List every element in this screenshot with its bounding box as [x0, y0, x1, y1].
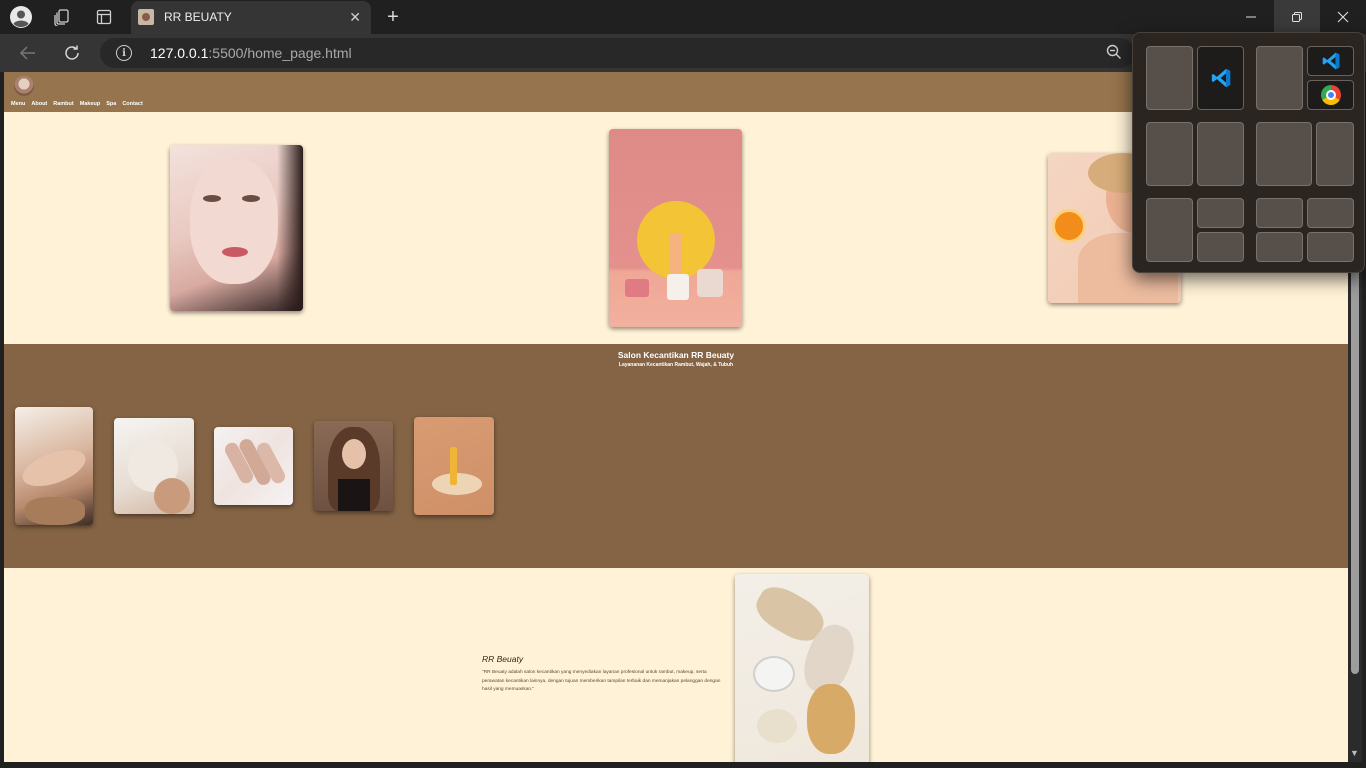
- services-section: Salon Kecantikan RR Beuaty Layananan Kec…: [4, 344, 1348, 568]
- salon-logo[interactable]: [14, 76, 34, 96]
- vscode-icon: [1322, 52, 1339, 70]
- snap-zone-wide-left[interactable]: [1256, 122, 1312, 186]
- snap-zone-bottom-right[interactable]: [1307, 80, 1354, 110]
- url-host: 127.0.0.1: [150, 45, 209, 61]
- tab-strip: RR BEUATY ✕ +: [0, 0, 1366, 34]
- nav-contact[interactable]: Contact: [122, 101, 142, 107]
- hair-styling-photo: [314, 421, 393, 511]
- snap-zone-right-bottom[interactable]: [1197, 232, 1244, 262]
- tab-close-icon[interactable]: ✕: [349, 9, 361, 26]
- snap-zone-narrow-right[interactable]: [1316, 122, 1354, 186]
- scroll-down-icon[interactable]: ▼: [1350, 748, 1359, 758]
- site-info-icon[interactable]: i: [116, 45, 132, 61]
- eyelash-service-photo: [15, 407, 93, 525]
- nav-about[interactable]: About: [31, 101, 47, 107]
- active-tab[interactable]: RR BEUATY ✕: [131, 1, 371, 34]
- services-subtitle: Layananan Kecantikan Rambut, Wajah, & Tu…: [618, 362, 734, 368]
- minimize-icon[interactable]: [1228, 0, 1274, 34]
- snap-zone-half-b[interactable]: [1197, 122, 1244, 186]
- snap-zone-left-half[interactable]: [1146, 46, 1193, 110]
- address-bar[interactable]: i 127.0.0.1:5500/home_page.html: [100, 38, 1135, 68]
- nav-rambut[interactable]: Rambut: [53, 101, 73, 107]
- profile-icon[interactable]: [8, 5, 34, 29]
- reload-icon[interactable]: [58, 40, 86, 66]
- back-icon[interactable]: [14, 40, 42, 66]
- snap-zone-left[interactable]: [1256, 46, 1303, 110]
- about-text: "RR Beuaty adalah salon kecantikan yang …: [482, 670, 721, 692]
- tab-title: RR BEUATY: [164, 10, 232, 24]
- favicon-icon: [138, 9, 154, 25]
- snap-zone-quad-bl[interactable]: [1256, 232, 1303, 262]
- restore-icon[interactable]: [1274, 0, 1320, 34]
- zoom-out-icon[interactable]: [1106, 44, 1122, 63]
- nail-art-photo: [214, 427, 293, 505]
- portrait-photo: [170, 145, 303, 311]
- product-display-photo: [609, 129, 742, 327]
- snap-zone-right-half[interactable]: [1197, 46, 1244, 110]
- snap-zone-quad-br[interactable]: [1307, 232, 1354, 262]
- snap-layouts-flyout: [1132, 32, 1365, 273]
- snap-zone-top-right[interactable]: [1307, 46, 1354, 76]
- nav-makeup[interactable]: Makeup: [80, 101, 100, 107]
- nav-menu[interactable]: Menu: [11, 101, 25, 107]
- snap-zone-quad-tl[interactable]: [1256, 198, 1303, 228]
- snap-zone-right-top[interactable]: [1197, 198, 1244, 228]
- about-section: RR Beuaty "RR Beuaty adalah salon kecant…: [4, 568, 1348, 762]
- new-tab-button[interactable]: +: [380, 4, 406, 30]
- about-title: RR Beuaty: [482, 654, 524, 664]
- cream-swatches-photo: [735, 574, 869, 762]
- snap-zone-quad-tr[interactable]: [1307, 198, 1354, 228]
- chrome-icon: [1320, 85, 1341, 105]
- snap-zone-half-a[interactable]: [1146, 122, 1193, 186]
- tab-actions-icon[interactable]: [91, 5, 117, 29]
- services-title: Salon Kecantikan RR Beuaty: [617, 350, 735, 360]
- facial-mask-photo: [114, 418, 194, 514]
- url-text[interactable]: 127.0.0.1:5500/home_page.html: [150, 45, 352, 61]
- window-bottom-edge: [0, 762, 1366, 768]
- snap-zone-left-tall[interactable]: [1146, 198, 1193, 262]
- vscode-icon: [1211, 68, 1230, 88]
- serum-product-photo: [414, 417, 494, 515]
- site-nav: Menu About Rambut Makeup Spa Contact: [11, 101, 143, 107]
- workspaces-icon[interactable]: [49, 5, 75, 29]
- nav-spa[interactable]: Spa: [106, 101, 116, 107]
- url-path: :5500/home_page.html: [208, 45, 352, 61]
- close-icon[interactable]: [1320, 0, 1366, 34]
